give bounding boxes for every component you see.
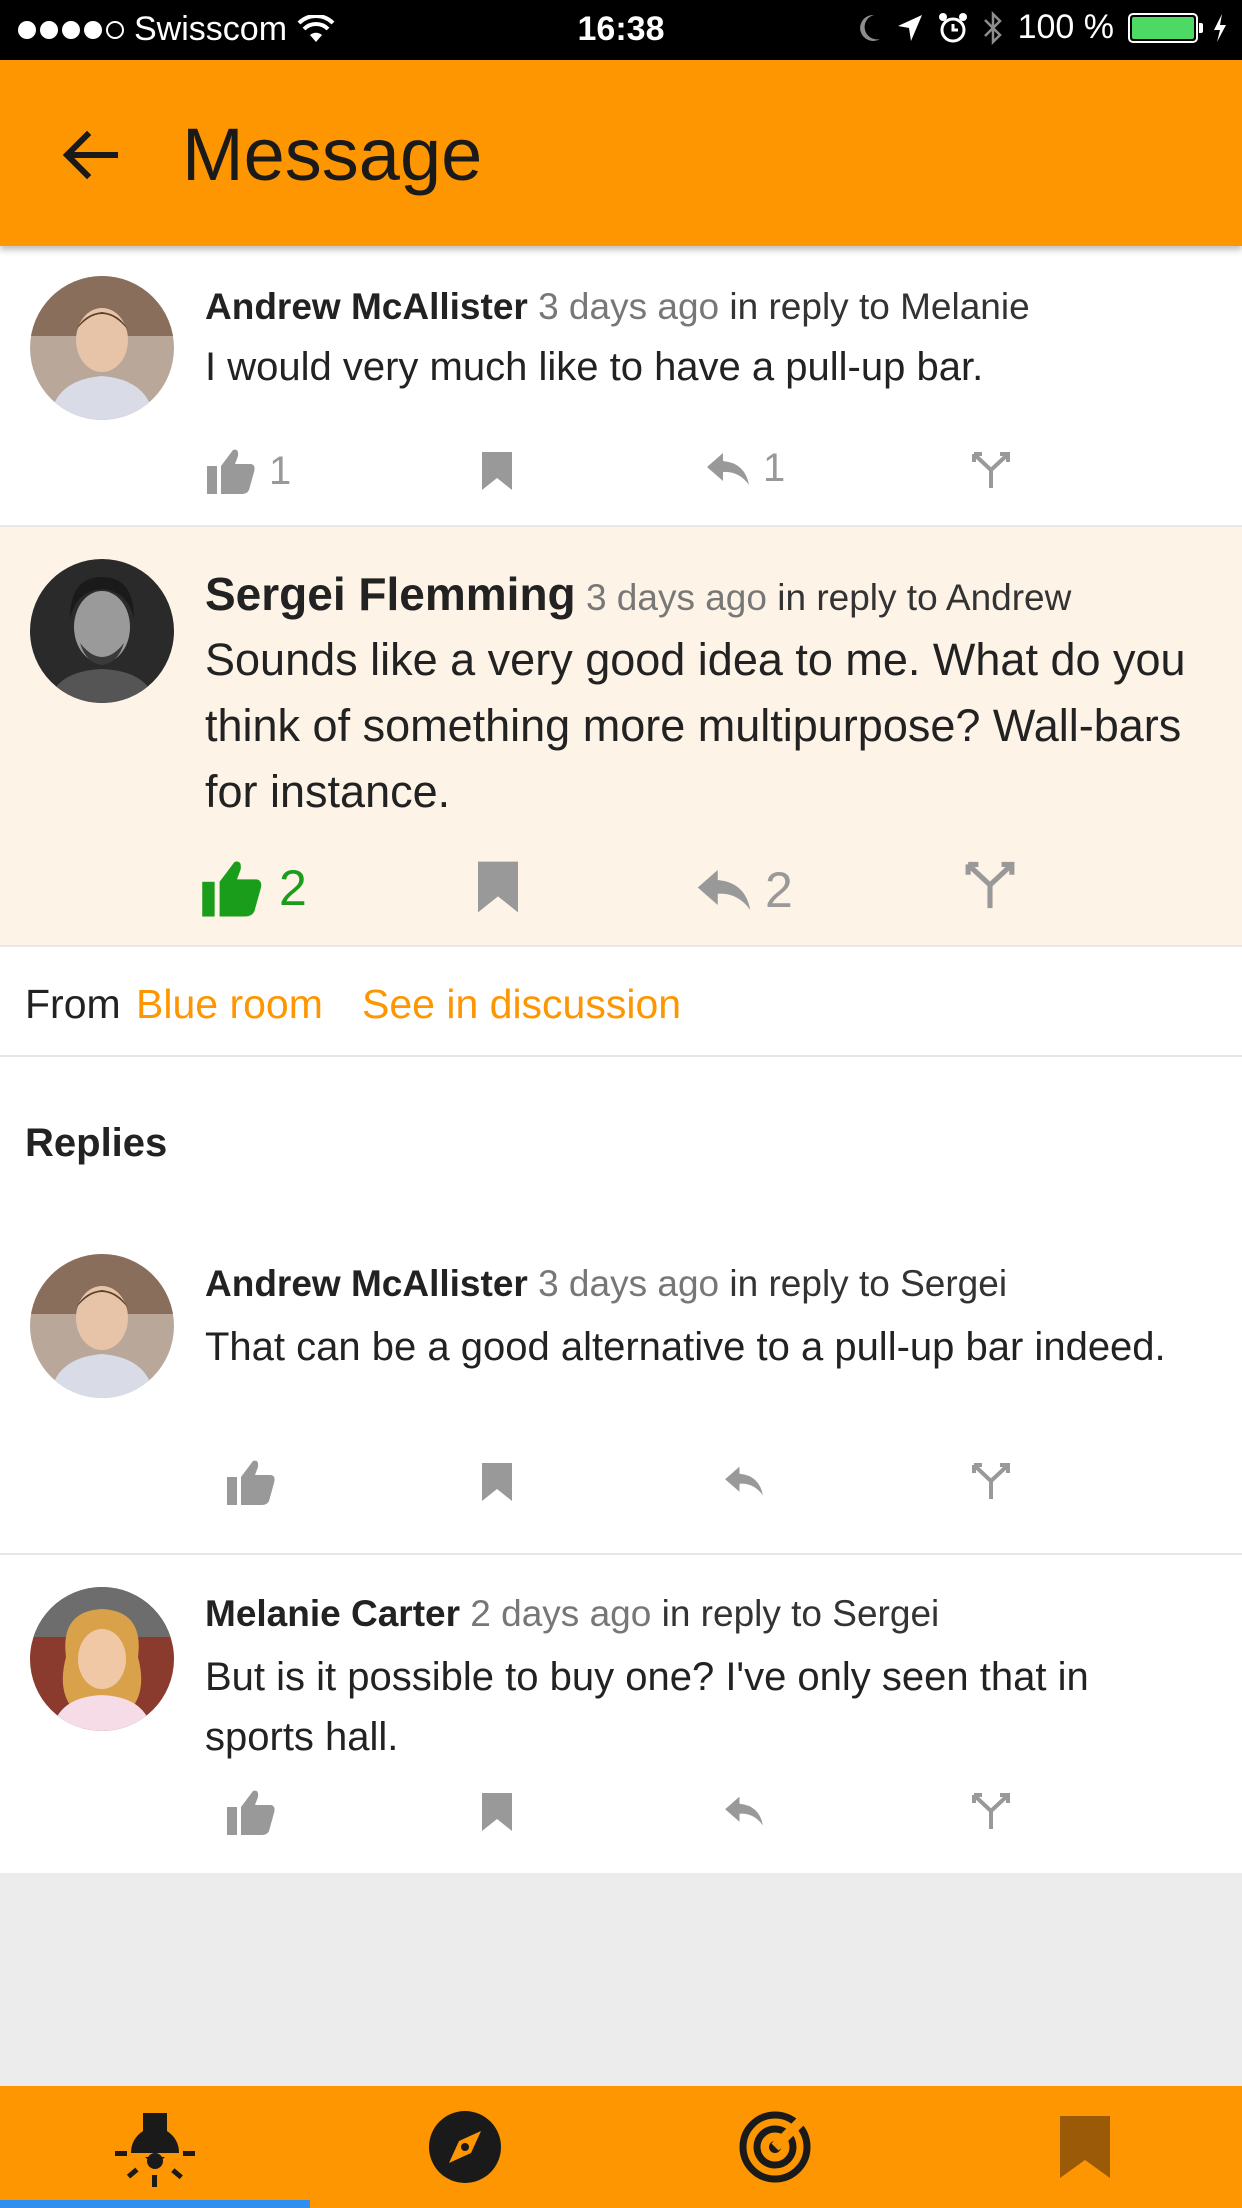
reply-context: in reply to Melanie [729,286,1030,327]
bookmark-icon [478,861,518,913]
reply-icon [707,452,749,485]
thumbs-up-icon [227,1790,275,1835]
replies-title: Replies [25,1121,168,1165]
back-button[interactable] [50,120,130,190]
fork-thread-button[interactable] [970,1461,1012,1501]
app-bar: Message [0,60,1242,246]
status-bar: Swisscom 16:38 100 % [0,0,1242,60]
charging-bolt-icon [1214,13,1226,42]
nav-radar[interactable] [620,2086,930,2208]
battery-icon [1128,12,1203,43]
bottom-navigation [0,2086,1242,2208]
author-name[interactable]: Andrew McAllister [205,1263,528,1304]
reply-button[interactable] [723,1793,765,1829]
message-text: I would very much like to have a pull-up… [205,345,984,389]
thumbs-up-icon [202,861,262,917]
battery-percentage: 100 % [1017,8,1114,46]
author-name[interactable]: Andrew McAllister [205,286,528,327]
nav-saved[interactable] [930,2086,1240,2208]
nav-ideas[interactable] [0,2086,310,2208]
thumbs-up-icon [227,1460,275,1505]
reply-context: in reply to Sergei [729,1263,1008,1304]
reply-context: in reply to Andrew [777,577,1072,618]
avatar[interactable] [30,559,174,703]
bookmark-button[interactable] [480,1461,514,1503]
reply-context: in reply to Sergei [661,1593,940,1634]
reply-count: 2 [765,862,793,918]
replies-header: Replies [0,1057,1242,1237]
bookmark-icon [1060,2116,1110,2178]
avatar[interactable] [30,276,174,420]
see-in-discussion-link[interactable]: See in discussion [362,981,681,1028]
reply-icon [697,870,751,910]
nav-explore[interactable] [310,2086,620,2208]
reply-item: Melanie Carter 2 days ago in reply to Se… [0,1555,1242,1873]
reply-button[interactable]: 1 [705,446,785,491]
focused-message: Sergei Flemming 3 days ago in reply to A… [0,527,1242,947]
bookmark-icon [482,1463,512,1501]
fork-icon [972,1463,1010,1499]
author-name[interactable]: Melanie Carter [205,1593,460,1634]
fork-thread-button[interactable] [963,859,1017,911]
fork-icon [972,452,1010,488]
message-text: Sounds like a very good idea to me. What… [205,634,1186,817]
timestamp: 3 days ago [538,286,720,327]
bookmark-button[interactable] [475,859,521,915]
reply-icon [725,1466,763,1496]
timestamp: 3 days ago [585,577,767,618]
avatar[interactable] [30,1587,174,1731]
bluetooth-icon [983,10,1002,45]
like-count: 1 [269,448,292,493]
moon-icon [859,14,880,41]
like-button[interactable] [225,1787,277,1837]
bookmark-button[interactable] [480,1791,514,1833]
bookmark-button[interactable] [480,450,514,492]
reply-icon [725,1796,763,1826]
timestamp: 3 days ago [538,1263,720,1304]
location-arrow-icon [897,14,922,41]
reply-count: 1 [763,446,786,490]
bookmark-icon [482,1793,512,1831]
compass-icon [429,2111,501,2183]
from-label: From [25,981,121,1027]
reply-button[interactable]: 2 [695,861,793,919]
message-text: That can be a good alternative to a pull… [205,1325,1166,1369]
back-arrow-icon [62,130,118,180]
thumbs-up-icon [207,449,255,494]
reply-button[interactable] [723,1463,765,1499]
message-text: But is it possible to buy one? I've only… [205,1655,1089,1759]
message-content: Andrew McAllister 3 days ago in reply to… [0,246,1242,1873]
parent-message: Andrew McAllister 3 days ago in reply to… [0,246,1242,527]
active-tab-indicator [0,2200,310,2208]
bookmark-icon [482,452,512,490]
fork-thread-button[interactable] [970,1791,1012,1831]
fork-thread-button[interactable] [970,450,1012,490]
page-title: Message [182,113,483,196]
timestamp: 2 days ago [470,1593,652,1634]
lamp-icon [115,2113,195,2187]
room-link[interactable]: Blue room [136,981,323,1028]
like-button[interactable]: 1 [205,446,291,496]
message-source: From Blue room See in discussion [0,947,1242,1057]
fork-icon [965,861,1015,909]
reply-item: Andrew McAllister 3 days ago in reply to… [0,1237,1242,1555]
alarm-icon [938,12,967,42]
avatar[interactable] [30,1254,174,1398]
like-count: 2 [279,860,307,916]
like-button[interactable] [225,1457,277,1507]
like-button[interactable]: 2 [197,857,307,919]
radar-icon [739,2109,813,2183]
author-name[interactable]: Sergei Flemming [205,568,576,620]
fork-icon [972,1793,1010,1829]
